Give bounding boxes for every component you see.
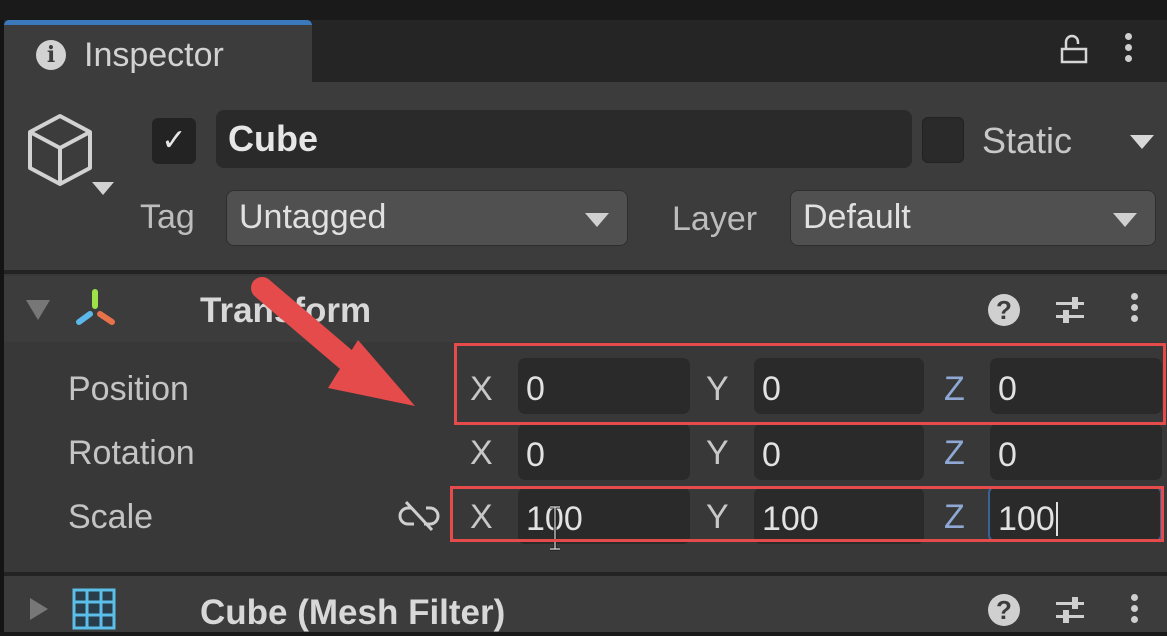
rotation-x-label[interactable]: X <box>470 430 493 476</box>
foldout-expanded-icon[interactable] <box>26 300 50 320</box>
annotation-arrow-icon <box>251 277 415 406</box>
constrain-proportions-unlinked-icon[interactable] <box>398 498 440 534</box>
mesh-filter-grid-icon <box>72 588 116 630</box>
cube-icon[interactable] <box>26 112 94 188</box>
tag-dropdown[interactable]: Untagged <box>226 190 628 246</box>
tab-menu-icon[interactable] <box>1124 33 1132 67</box>
mesh-filter-title: Cube (Mesh Filter) <box>200 593 506 632</box>
layer-label: Layer <box>672 200 758 238</box>
layer-value: Default <box>803 198 911 236</box>
rotation-label: Rotation <box>68 434 195 472</box>
component-menu-icon[interactable] <box>1130 594 1138 628</box>
layer-dropdown[interactable]: Default <box>790 190 1156 246</box>
window-top-strip <box>0 0 1167 20</box>
static-dropdown-caret-icon[interactable] <box>1130 135 1154 149</box>
rotation-z-input[interactable]: 0 <box>990 424 1162 480</box>
scale-highlight-box <box>450 486 1164 542</box>
tab-label: Inspector <box>84 36 224 74</box>
position-label: Position <box>68 370 189 408</box>
rotation-y-input[interactable]: 0 <box>754 424 924 480</box>
scale-label: Scale <box>68 498 154 536</box>
presets-icon[interactable] <box>1054 594 1086 626</box>
transform-icon <box>76 289 115 325</box>
help-icon[interactable]: ? <box>988 594 1020 626</box>
help-icon[interactable]: ? <box>988 294 1020 326</box>
rotation-x-input[interactable]: 0 <box>518 424 690 480</box>
tab-inspector[interactable]: i Inspector <box>4 20 312 82</box>
rotation-y-label[interactable]: Y <box>706 430 729 476</box>
tag-value: Untagged <box>239 198 387 236</box>
lock-open-icon[interactable] <box>1060 34 1088 64</box>
component-menu-icon[interactable] <box>1130 293 1138 327</box>
chevron-down-icon <box>1113 213 1137 227</box>
divider <box>4 270 1167 274</box>
presets-icon[interactable] <box>1054 294 1086 326</box>
chevron-down-icon <box>585 213 609 227</box>
icon-dropdown-caret-icon[interactable] <box>92 182 114 195</box>
static-checkbox[interactable] <box>922 117 964 163</box>
object-name-input[interactable]: Cube <box>216 110 912 168</box>
position-highlight-box <box>454 343 1166 425</box>
foldout-collapsed-icon[interactable] <box>30 598 48 620</box>
rotation-z-label[interactable]: Z <box>944 430 965 476</box>
static-label: Static <box>982 120 1073 161</box>
info-icon: i <box>36 40 66 70</box>
active-checkbox[interactable]: ✓ <box>152 118 196 164</box>
tag-label: Tag <box>140 198 195 236</box>
